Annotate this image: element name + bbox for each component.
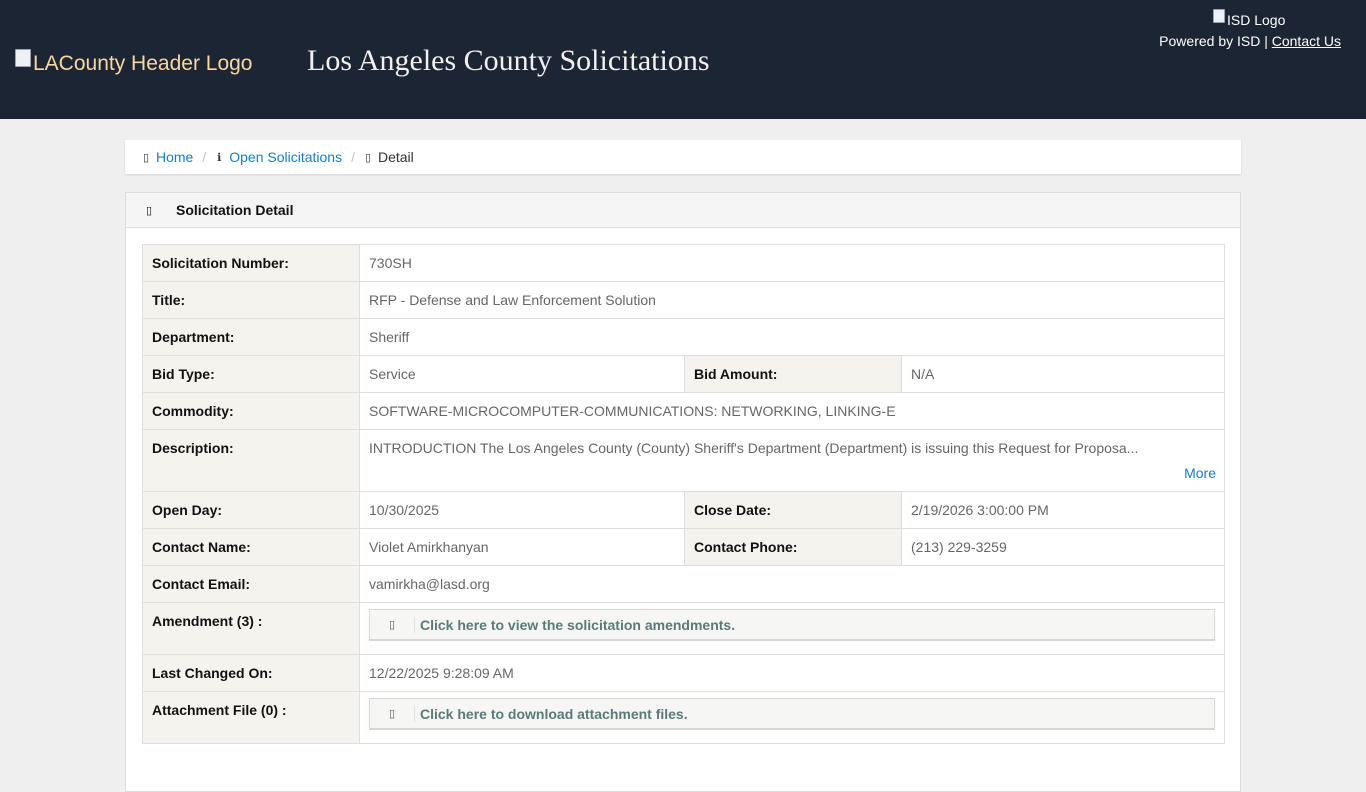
table-row: Open Day: 10/30/2025 Close Date: 2/19/20… — [142, 491, 1225, 529]
powered-by-text: Powered by ISD | — [1159, 33, 1268, 49]
breadcrumb-open-solicitations-link[interactable]: Open Solicitations — [229, 149, 342, 165]
close-date-label: Close Date: — [684, 491, 902, 529]
amendment-link[interactable]: Click here to view the solicitation amen… — [420, 617, 735, 633]
department-value: Sheriff — [359, 318, 1225, 356]
powered-by: Powered by ISD | Contact Us — [1159, 33, 1341, 49]
close-date-value: 2/19/2026 3:00:00 PM — [901, 491, 1225, 529]
table-row: Title: RFP - Defense and Law Enforcement… — [142, 281, 1225, 319]
broken-image-icon — [1213, 9, 1225, 23]
more-link[interactable]: More — [1184, 465, 1216, 481]
broken-image-icon — [15, 49, 31, 67]
more-link-wrap: More — [369, 465, 1216, 481]
bid-amount-value: N/A — [901, 355, 1225, 393]
attachment-label: Attachment File (0) : — [142, 691, 360, 744]
contact-phone-label: Contact Phone: — [684, 528, 902, 566]
file-icon: ▯ — [370, 616, 415, 633]
open-day-value: 10/30/2025 — [359, 491, 685, 529]
description-value: INTRODUCTION The Los Angeles County (Cou… — [369, 440, 1139, 456]
commodity-label: Commodity: — [142, 392, 360, 430]
last-changed-label: Last Changed On: — [142, 654, 360, 692]
contact-name-label: Contact Name: — [142, 528, 360, 566]
table-row: Attachment File (0) : ▯ Click here to do… — [142, 691, 1225, 744]
title-label: Title: — [142, 281, 360, 319]
table-row: Contact Name: Violet Amirkhanyan Contact… — [142, 528, 1225, 566]
download-icon: ▯ — [370, 705, 415, 722]
document-icon: ▯ — [364, 151, 372, 164]
amendment-button[interactable]: ▯ Click here to view the solicitation am… — [369, 609, 1215, 641]
description-cell: INTRODUCTION The Los Angeles County (Cou… — [359, 429, 1225, 492]
attachment-button[interactable]: ▯ Click here to download attachment file… — [369, 698, 1215, 730]
breadcrumb-open-solicitations[interactable]: ℹ Open Solicitations — [215, 149, 342, 165]
solicitation-number-value: 730SH — [359, 244, 1225, 282]
table-row: Contact Email: vamirkha@lasd.org — [142, 565, 1225, 603]
contact-name-value: Violet Amirkhanyan — [359, 528, 685, 566]
open-day-label: Open Day: — [142, 491, 360, 529]
home-icon: ▯ — [142, 151, 150, 164]
contact-email-value: vamirkha@lasd.org — [359, 565, 1225, 603]
table-row: Solicitation Number: 730SH — [142, 244, 1225, 282]
table-row: Description: INTRODUCTION The Los Angele… — [142, 429, 1225, 492]
amendment-label: Amendment (3) : — [142, 602, 360, 655]
solicitation-detail-panel: ▯ Solicitation Detail Solicitation Numbe… — [125, 192, 1241, 792]
breadcrumb-home-link[interactable]: Home — [156, 149, 193, 165]
breadcrumb-separator: / — [202, 149, 207, 165]
table-row: Commodity: SOFTWARE-MICROCOMPUTER-COMMUN… — [142, 392, 1225, 430]
bid-type-value: Service — [359, 355, 685, 393]
description-label: Description: — [142, 429, 360, 492]
bid-amount-label: Bid Amount: — [684, 355, 902, 393]
commodity-value: SOFTWARE-MICROCOMPUTER-COMMUNICATIONS: N… — [359, 392, 1225, 430]
title-value: RFP - Defense and Law Enforcement Soluti… — [359, 281, 1225, 319]
department-label: Department: — [142, 318, 360, 356]
table-row: Last Changed On: 12/22/2025 9:28:09 AM — [142, 654, 1225, 692]
solicitation-number-label: Solicitation Number: — [142, 244, 360, 282]
breadcrumb-separator: / — [351, 149, 355, 165]
breadcrumb-detail: ▯ Detail — [364, 149, 414, 165]
list-icon: ▯ — [145, 204, 153, 217]
last-changed-value: 12/22/2025 9:28:09 AM — [359, 654, 1225, 692]
amendment-cell: ▯ Click here to view the solicitation am… — [359, 602, 1225, 655]
isd-logo: ISD Logo — [1213, 9, 1286, 28]
attachment-cell: ▯ Click here to download attachment file… — [359, 691, 1225, 744]
breadcrumb-detail-label: Detail — [377, 149, 414, 165]
site-title: Los Angeles County Solicitations — [307, 44, 710, 77]
la-county-header-logo[interactable]: LACounty Header Logo — [15, 49, 253, 76]
panel-title: Solicitation Detail — [176, 202, 294, 218]
panel-header: ▯ Solicitation Detail — [126, 193, 1240, 228]
page-header: LACounty Header Logo Los Angeles County … — [0, 0, 1366, 119]
breadcrumb: ▯ Home / ℹ Open Solicitations / ▯ Detail — [125, 140, 1241, 174]
attachment-link[interactable]: Click here to download attachment files. — [420, 706, 688, 722]
contact-us-link[interactable]: Contact Us — [1272, 33, 1341, 49]
table-row: Bid Type: Service Bid Amount: N/A — [142, 355, 1225, 393]
bid-type-label: Bid Type: — [142, 355, 360, 393]
detail-table: Solicitation Number: 730SH Title: RFP - … — [142, 244, 1225, 744]
isd-logo-alt-text: ISD Logo — [1227, 12, 1286, 28]
table-row: Amendment (3) : ▯ Click here to view the… — [142, 602, 1225, 655]
contact-phone-value: (213) 229-3259 — [901, 528, 1225, 566]
contact-email-label: Contact Email: — [142, 565, 360, 603]
breadcrumb-home[interactable]: ▯ Home — [142, 149, 193, 165]
info-icon: ℹ — [217, 151, 222, 164]
la-county-logo-alt-text: LACounty Header Logo — [33, 52, 253, 75]
table-row: Department: Sheriff — [142, 318, 1225, 356]
